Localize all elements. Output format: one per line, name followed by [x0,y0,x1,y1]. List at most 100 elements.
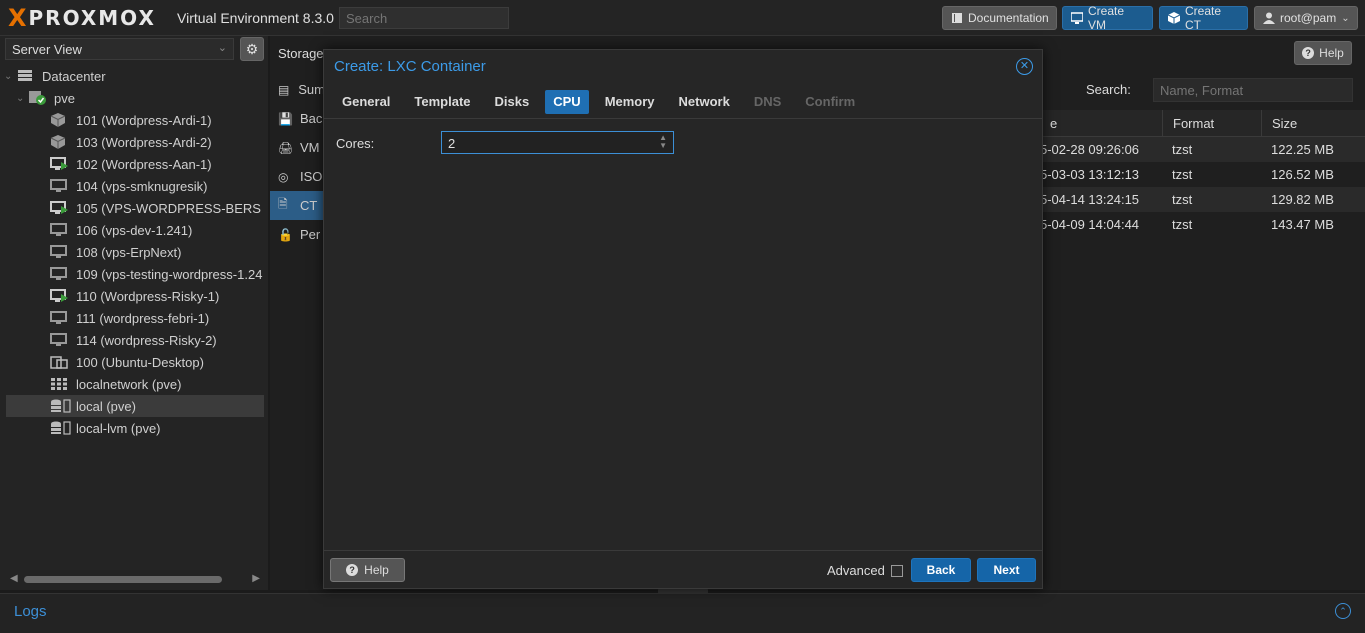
table-row[interactable]: 5-04-09 14:04:44 tzst 143.47 MB [1040,212,1365,237]
tab-cpu[interactable]: CPU [545,90,589,114]
column-date[interactable]: e [1040,110,1162,136]
advanced-toggle[interactable]: Advanced [827,563,903,578]
tree-item[interactable]: 111 (wordpress-febri-1) [6,307,264,329]
storage-nav-item[interactable]: 🖨 VM [270,133,325,162]
dialog-help-button[interactable]: ? Help [330,558,405,582]
tree-item[interactable]: 114 (wordpress-Risky-2) [6,329,264,351]
vm-icon [50,267,68,281]
divider [324,118,1042,119]
help-button[interactable]: ? Help [1294,41,1352,65]
storage-header: Storage [278,46,324,61]
vm-running-icon [50,157,68,171]
tree-item[interactable]: 108 (vps-ErpNext) [6,241,264,263]
cores-input[interactable]: 2 ▲ ▼ [441,131,674,154]
storage-nav-item[interactable]: ▤ Sum [270,75,325,104]
backup-icon: 💾 [278,111,293,126]
cell-date: 5-02-28 09:26:06 [1040,142,1140,157]
storage-nav-label: CT [300,198,318,213]
next-button[interactable]: Next [977,558,1036,582]
storage-nav-item[interactable]: ◎ ISO [270,162,325,191]
tab-disks[interactable]: Disks [487,90,538,114]
node-icon [28,91,46,105]
back-button[interactable]: Back [911,558,971,582]
dialog-help-label: Help [364,563,389,577]
tree-item-label: 114 (wordpress-Risky-2) [76,332,217,348]
chevron-down-icon[interactable]: ⌄ [16,93,28,104]
resource-tree: ⌄ Datacenter ⌄ pve 101 (Wordpress-Ardi-1) 103… [6,65,264,439]
table-row[interactable]: 5-04-14 13:24:15 tzst 129.82 MB [1040,187,1365,212]
global-search-input[interactable] [339,7,509,29]
tree-item-label: 108 (vps-ErpNext) [76,244,182,260]
storage-nav-item[interactable]: 🗎 CT [270,191,325,220]
tree-item[interactable]: 105 (VPS-WORDPRESS-BERS [6,197,264,219]
cell-date: 5-03-03 13:12:13 [1040,167,1140,182]
tree-item[interactable]: 103 (Wordpress-Ardi-2) [6,131,264,153]
create-vm-button[interactable]: Create VM [1062,4,1153,32]
column-format[interactable]: Format [1162,110,1261,136]
tree-item[interactable]: 110 (Wordpress-Risky-1) [6,285,264,307]
horizontal-scrollbar[interactable]: ◀ ▶ [6,573,264,585]
cell-size: 122.25 MB [1271,142,1334,157]
tab-network[interactable]: Network [671,90,738,114]
spinner-icon[interactable]: ▲ ▼ [659,134,667,150]
tree-item-label: 101 (Wordpress-Ardi-1) [76,112,212,128]
tab-template[interactable]: Template [406,90,478,114]
logo-x: X [8,4,27,32]
tree-item[interactable]: 106 (vps-dev-1.241) [6,219,264,241]
view-selector[interactable]: Server View ⌄ [5,38,234,60]
tree-item-label: 104 (vps-smknugresik) [76,178,208,194]
container-icon [50,135,68,149]
cores-value: 2 [448,136,456,151]
scroll-right-icon[interactable]: ▶ [252,573,260,584]
scrollbar-thumb[interactable] [24,576,222,583]
tree-item[interactable]: 109 (vps-testing-wordpress-1.24 [6,263,264,285]
tree-item-label: 110 (Wordpress-Risky-1) [76,288,220,304]
tab-general[interactable]: General [334,90,398,114]
close-icon[interactable]: ✕ [1016,58,1033,75]
dialog-footer: ? Help Advanced Back Next [324,550,1042,588]
network-icon [50,377,68,391]
tree-item[interactable]: 102 (Wordpress-Aan-1) [6,153,264,175]
user-icon [1263,12,1275,24]
tree-item[interactable]: 100 (Ubuntu-Desktop) [6,351,264,373]
vm-running-icon [50,201,68,215]
tree-item[interactable]: local (pve) [6,395,264,417]
cell-format: tzst [1172,167,1193,182]
cell-date: 5-04-09 14:04:44 [1040,217,1140,232]
column-size[interactable]: Size [1261,110,1365,136]
table-row[interactable]: 5-02-28 09:26:06 tzst 122.25 MB [1040,137,1365,162]
chevron-up-icon[interactable]: ⌃ [1335,603,1351,619]
tab-memory[interactable]: Memory [597,90,663,114]
dialog-title: Create: LXC Container [334,58,486,75]
table-row[interactable]: 5-03-03 13:12:13 tzst 126.52 MB [1040,162,1365,187]
user-menu-button[interactable]: root@pam ⌄ [1254,6,1358,30]
storage-nav-item[interactable]: 🔓 Per [270,220,325,249]
logs-title: Logs [14,603,47,620]
storage-search-input[interactable] [1153,78,1353,102]
scroll-left-icon[interactable]: ◀ [10,573,18,584]
proxmox-logo: X PROXMOX [8,6,156,30]
cell-size: 143.47 MB [1271,217,1334,232]
datacenter-icon [16,69,34,83]
storage-nav-label: Sum [298,82,325,97]
view-selector-label: Server View [12,42,82,57]
cell-date: 5-04-14 13:24:15 [1040,192,1140,207]
storage-nav: ▤ Sum 💾 Bac 🖨 VM ◎ ISO 🗎 CT 🔓 Per [270,75,325,249]
tree-item[interactable]: local-lvm (pve) [6,417,264,439]
tree-item[interactable]: 104 (vps-smknugresik) [6,175,264,197]
tree-item[interactable]: localnetwork (pve) [6,373,264,395]
book-icon [951,12,963,24]
create-ct-button[interactable]: Create CT [1159,4,1248,32]
backup-grid: e Format Size 5-02-28 09:26:06 tzst 122.25… [1040,110,1365,237]
documentation-button[interactable]: Documentation [942,6,1057,30]
vm-icon [50,245,68,259]
storage-nav-item[interactable]: 💾 Bac [270,104,325,133]
tree-item[interactable]: 101 (Wordpress-Ardi-1) [6,109,264,131]
tree-item[interactable]: ⌄ Datacenter [6,65,264,87]
search-label: Search: [1086,82,1131,97]
vm-icon [50,311,68,325]
gear-icon[interactable]: ⚙ [240,37,264,61]
chevron-down-icon[interactable]: ⌄ [6,71,16,82]
advanced-checkbox[interactable] [890,564,903,577]
tree-item[interactable]: ⌄ pve [6,87,264,109]
